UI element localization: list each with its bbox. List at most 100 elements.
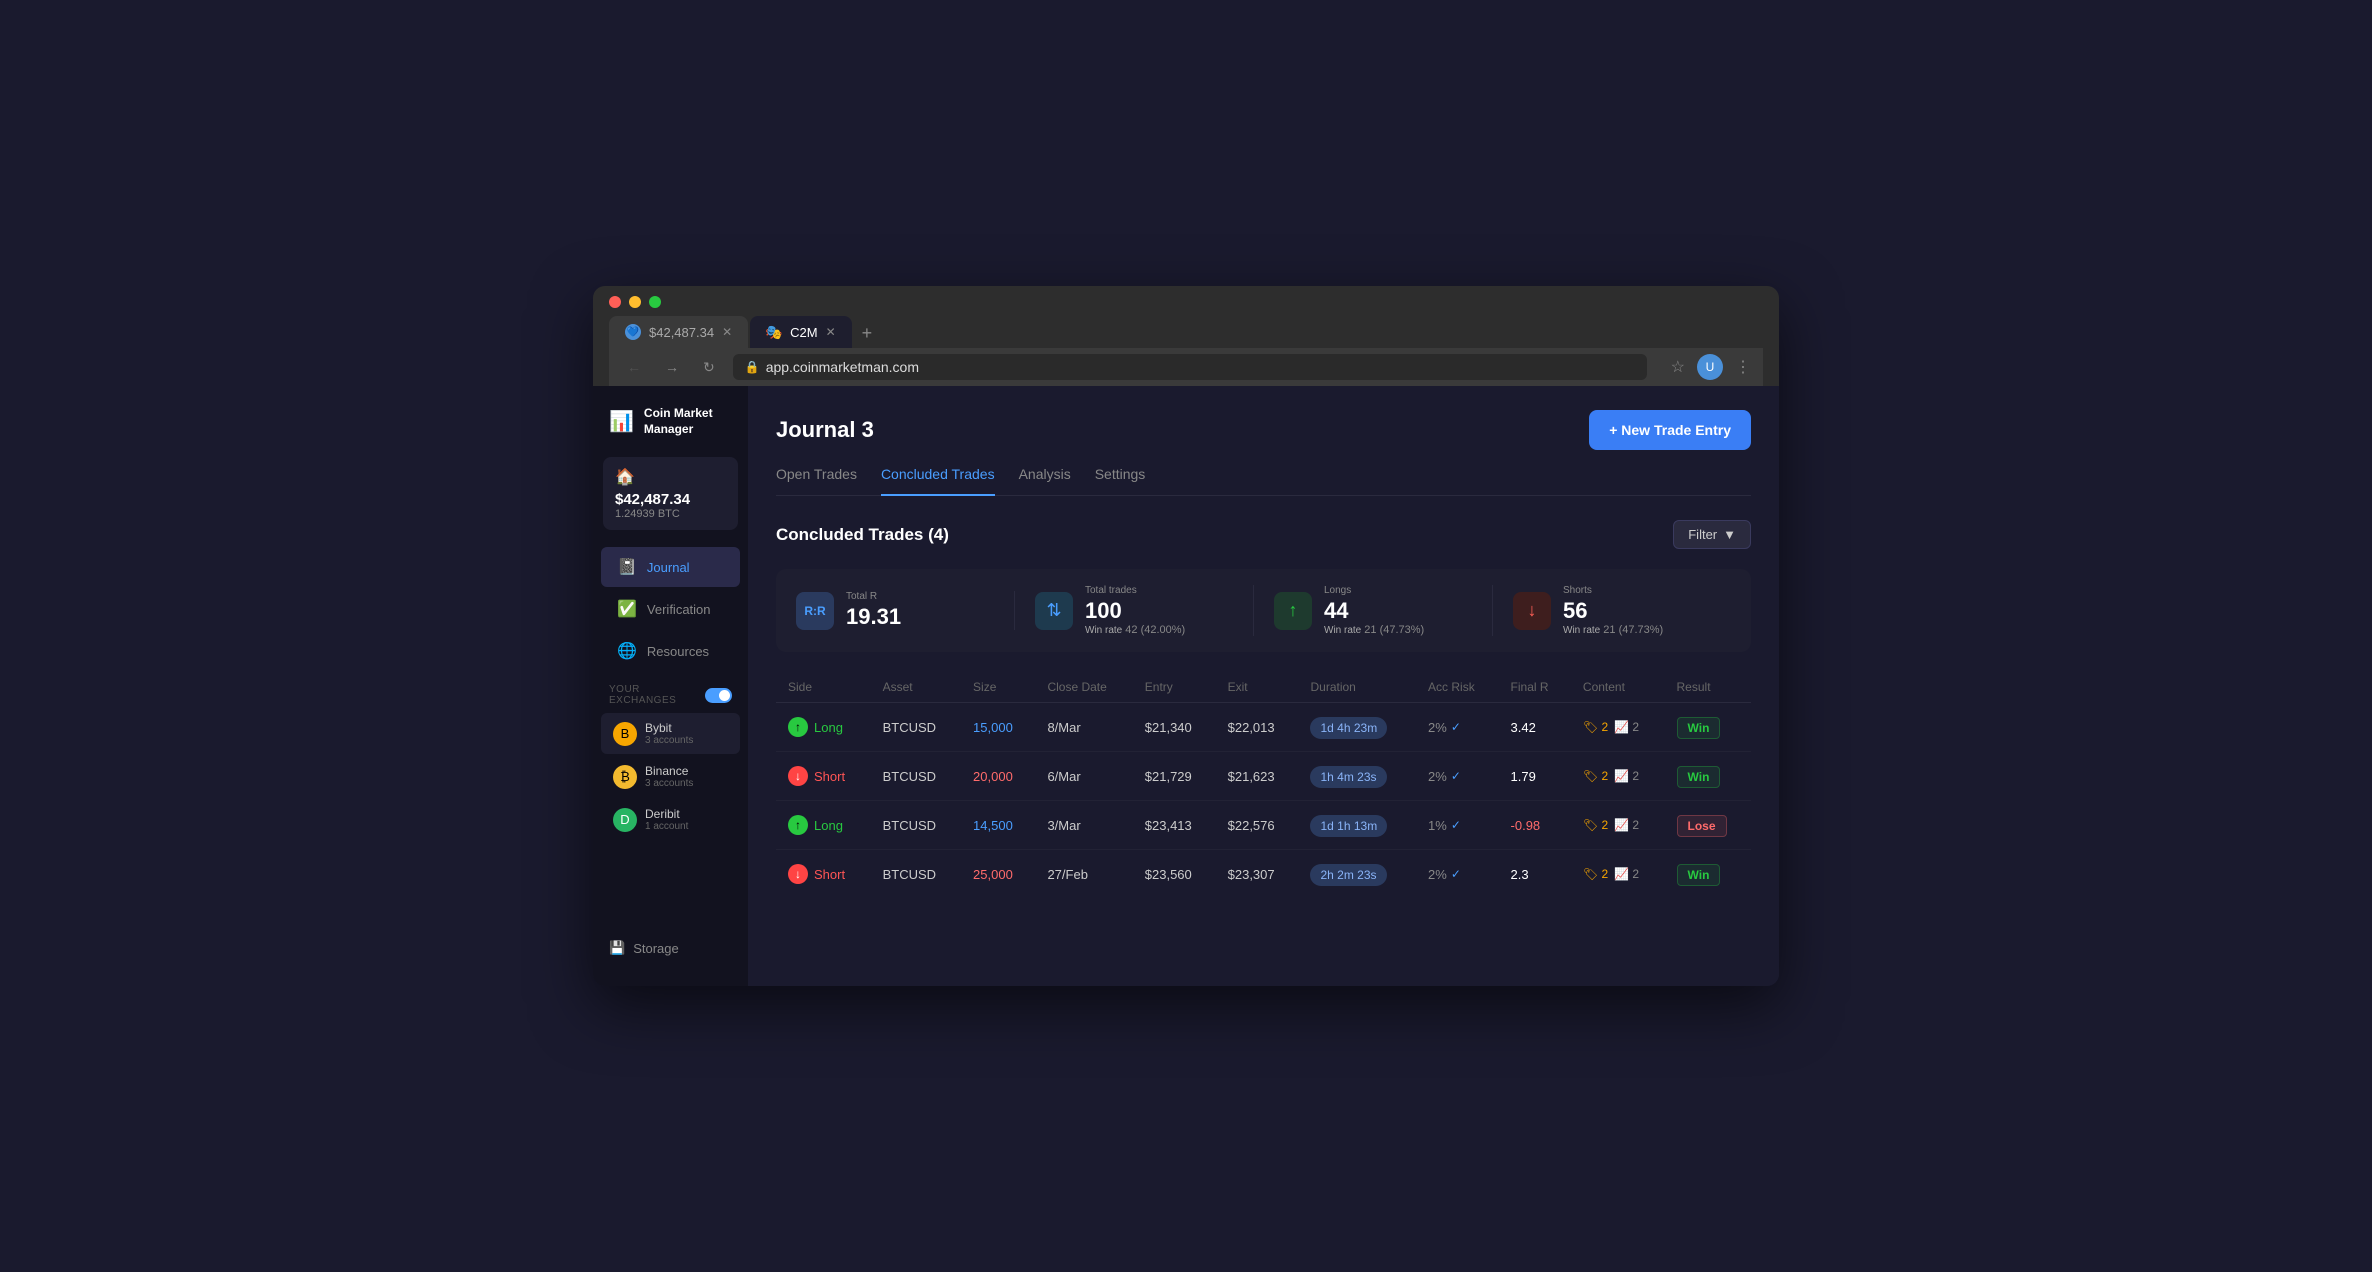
trades-icon: ⇅ (1035, 592, 1073, 630)
tab-concluded-trades[interactable]: Concluded Trades (881, 466, 995, 496)
cell-content: 🏷 2 📈 2 (1571, 703, 1665, 752)
table-row[interactable]: ↑ Long BTCUSD 15,000 8/Mar $21,340 $22,0… (776, 703, 1751, 752)
user-avatar[interactable]: U (1697, 354, 1723, 380)
menu-icon[interactable]: ⋮ (1735, 357, 1751, 377)
sidebar-item-verification[interactable]: ✅ Verification (601, 589, 740, 629)
exchanges-section-label: YOUR EXCHANGES (593, 672, 748, 712)
tab-settings[interactable]: Settings (1095, 466, 1146, 496)
bybit-info: Bybit 3 accounts (645, 721, 693, 746)
cell-exit: $21,623 (1216, 752, 1299, 801)
sidebar-logo: 📊 Coin Market Manager (593, 406, 748, 457)
exchange-bybit[interactable]: B Bybit 3 accounts (601, 713, 740, 754)
app-container: 📊 Coin Market Manager 🏠 $42,487.34 1.249… (593, 386, 1779, 986)
verification-icon: ✅ (617, 599, 637, 619)
page-title: Journal 3 (776, 417, 874, 443)
browser-window: 💙 $42,487.34 ✕ 🎭 C2M ✕ + ← → ↻ 🔒 app.coi… (593, 286, 1779, 986)
section-title: Concluded Trades (4) (776, 525, 949, 545)
maximize-window-button[interactable] (649, 296, 661, 308)
binance-icon: ₿ (613, 765, 637, 789)
col-header-result: Result (1665, 672, 1751, 703)
minimize-window-button[interactable] (629, 296, 641, 308)
star-icon[interactable]: ☆ (1671, 357, 1685, 377)
tab-c2m-close[interactable]: ✕ (826, 325, 836, 339)
balance-btc: 1.24939 BTC (615, 508, 726, 520)
side-dot: ↑ (788, 717, 808, 737)
sidebar-item-storage[interactable]: 💾 Storage (593, 930, 748, 966)
sidebar-item-resources[interactable]: 🌐 Resources (601, 631, 740, 671)
cell-content: 🏷 2 📈 2 (1571, 850, 1665, 899)
side-text: Long (814, 818, 843, 833)
cell-side: ↑ Long (776, 703, 871, 752)
cell-acc-risk: 2% ✓ (1416, 850, 1498, 899)
exchange-deribit[interactable]: D Deribit 1 account (601, 799, 740, 840)
cell-exit: $22,013 (1216, 703, 1299, 752)
stat-rr: R:R Total R 19.31 (796, 591, 1015, 630)
resources-icon: 🌐 (617, 641, 637, 661)
main-content: Journal 3 + New Trade Entry Open Trades … (748, 386, 1779, 986)
journal-icon: 📓 (617, 557, 637, 577)
cell-entry: $23,413 (1133, 801, 1216, 850)
tab-c2m-icon: 🎭 (766, 324, 782, 340)
shorts-sub: Win rate 21 (47.73%) (1563, 624, 1663, 636)
rr-icon: R:R (796, 592, 834, 630)
col-header-exit: Exit (1216, 672, 1299, 703)
cell-result: Lose (1665, 801, 1751, 850)
cell-final-r: -0.98 (1499, 801, 1571, 850)
sidebar-item-journal[interactable]: 📓 Journal (601, 547, 740, 587)
cell-asset: BTCUSD (871, 752, 961, 801)
trades-value: 100 (1085, 598, 1185, 624)
tab-price-close[interactable]: ✕ (722, 325, 732, 339)
tab-price[interactable]: 💙 $42,487.34 ✕ (609, 316, 748, 348)
new-trade-button[interactable]: + New Trade Entry (1589, 410, 1751, 450)
exchange-binance[interactable]: ₿ Binance 3 accounts (601, 756, 740, 797)
browser-chrome: 💙 $42,487.34 ✕ 🎭 C2M ✕ + ← → ↻ 🔒 app.coi… (593, 286, 1779, 386)
storage-icon: 💾 (609, 940, 625, 956)
stat-trades: ⇅ Total trades 100 Win rate 42 (42.00%) (1015, 585, 1254, 636)
section-header: Concluded Trades (4) Filter ▼ (776, 520, 1751, 549)
tab-open-trades[interactable]: Open Trades (776, 466, 857, 496)
cell-side: ↓ Short (776, 752, 871, 801)
result-badge: Win (1677, 717, 1721, 739)
cell-close-date: 3/Mar (1035, 801, 1132, 850)
forward-button[interactable]: → (659, 357, 685, 377)
balance-card[interactable]: 🏠 $42,487.34 1.24939 BTC (603, 457, 738, 530)
address-bar: ← → ↻ 🔒 app.coinmarketman.com ☆ U ⋮ (609, 348, 1763, 386)
longs-info: Longs 44 Win rate 21 (47.73%) (1324, 585, 1424, 636)
table-header-row: Side Asset Size Close Date Entry Exit Du… (776, 672, 1751, 703)
longs-icon: ↑ (1274, 592, 1312, 630)
cell-final-r: 1.79 (1499, 752, 1571, 801)
table-row[interactable]: ↓ Short BTCUSD 20,000 6/Mar $21,729 $21,… (776, 752, 1751, 801)
browser-controls (609, 296, 1763, 308)
col-header-size: Size (961, 672, 1035, 703)
refresh-button[interactable]: ↻ (697, 357, 721, 378)
tab-price-label: $42,487.34 (649, 325, 714, 340)
balance-amount: $42,487.34 (615, 491, 726, 508)
cell-duration: 1h 4m 23s (1298, 752, 1416, 801)
fav-toggle[interactable] (705, 688, 732, 703)
trades-info: Total trades 100 Win rate 42 (42.00%) (1085, 585, 1185, 636)
deribit-info: Deribit 1 account (645, 807, 688, 832)
cell-duration: 2h 2m 23s (1298, 850, 1416, 899)
table-row[interactable]: ↑ Long BTCUSD 14,500 3/Mar $23,413 $22,5… (776, 801, 1751, 850)
tab-c2m[interactable]: 🎭 C2M ✕ (750, 316, 852, 348)
tab-price-icon: 💙 (625, 324, 641, 340)
back-button[interactable]: ← (621, 357, 647, 377)
filter-label: Filter (1688, 527, 1717, 542)
cell-acc-risk: 2% ✓ (1416, 703, 1498, 752)
lock-icon: 🔒 (745, 360, 760, 374)
col-header-content: Content (1571, 672, 1665, 703)
cell-duration: 1d 4h 23m (1298, 703, 1416, 752)
cell-close-date: 6/Mar (1035, 752, 1132, 801)
col-header-close-date: Close Date (1035, 672, 1132, 703)
table-row[interactable]: ↓ Short BTCUSD 25,000 27/Feb $23,560 $23… (776, 850, 1751, 899)
chart-badge: 📈 2 (1614, 769, 1639, 783)
filter-button[interactable]: Filter ▼ (1673, 520, 1751, 549)
risk-value: 2% (1428, 769, 1447, 784)
cell-side: ↑ Long (776, 801, 871, 850)
cell-result: Win (1665, 752, 1751, 801)
tab-analysis[interactable]: Analysis (1019, 466, 1071, 496)
url-bar[interactable]: 🔒 app.coinmarketman.com (733, 354, 1647, 380)
tag-badge: 🏷 2 (1583, 867, 1608, 881)
close-window-button[interactable] (609, 296, 621, 308)
new-tab-button[interactable]: + (854, 319, 881, 348)
